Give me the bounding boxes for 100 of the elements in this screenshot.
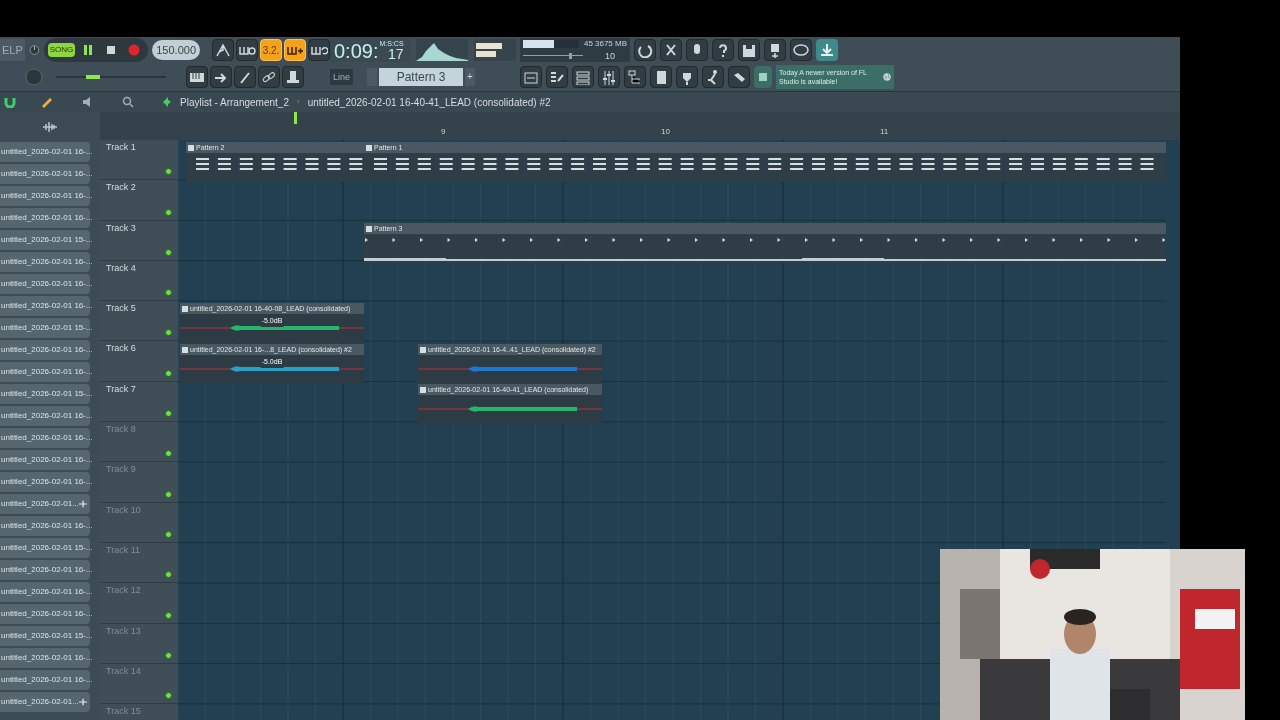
breadcrumb-separator: › xyxy=(296,96,300,108)
playlist-title: Playlist - Arrangement_2 xyxy=(180,95,289,110)
undo-button[interactable] xyxy=(634,39,656,62)
chat-button[interactable] xyxy=(790,39,812,62)
magnet-icon xyxy=(4,96,16,108)
metronome-toggle[interactable] xyxy=(212,39,234,62)
add-pattern-button[interactable]: + xyxy=(465,68,475,87)
plug-button[interactable] xyxy=(676,66,698,89)
time-centiseconds: 17 xyxy=(388,47,404,63)
track-name: Track 9 xyxy=(106,463,137,477)
browser-item-label: untitled_2026-02-01... xyxy=(0,498,79,510)
track-led-icon xyxy=(165,450,172,458)
clip-icon xyxy=(182,305,188,312)
clip-icon xyxy=(366,144,372,151)
track-name: Track 14 xyxy=(106,664,142,678)
track-header[interactable]: Track 1 xyxy=(100,140,178,181)
list-button[interactable] xyxy=(572,66,594,89)
link-button[interactable] xyxy=(258,66,280,89)
browser-item[interactable]: untitled_2026-02-01... xyxy=(0,692,90,712)
track-name: Track 6 xyxy=(106,342,137,356)
wait-toggle[interactable] xyxy=(236,39,258,62)
track-led-icon xyxy=(165,410,172,418)
track-led-icon xyxy=(165,611,172,619)
mixer-window-button[interactable] xyxy=(520,66,542,89)
zoom-icon xyxy=(122,96,134,108)
track-header[interactable]: Track 2 xyxy=(100,180,178,221)
browser-item[interactable]: untitled_2026-02-01... xyxy=(0,494,90,514)
track-header[interactable]: Track 12 xyxy=(100,583,178,624)
time-display: 0:09: xyxy=(334,40,379,63)
figure-button[interactable] xyxy=(702,66,724,89)
help-button[interactable] xyxy=(712,39,734,62)
undo-icon xyxy=(636,42,654,59)
track-header[interactable]: Track 9 xyxy=(100,462,178,503)
track-header[interactable]: Track 5 xyxy=(100,301,178,342)
pause-icon xyxy=(84,45,93,56)
loop-toggle[interactable] xyxy=(308,39,330,62)
playlist-grid[interactable] xyxy=(178,140,1180,720)
overdub-toggle[interactable] xyxy=(284,39,306,62)
track-header[interactable]: Track 6 xyxy=(100,341,178,382)
track-header[interactable]: Track 13 xyxy=(100,623,178,664)
help-button[interactable]: ELP xyxy=(0,39,25,62)
save-new-button[interactable] xyxy=(764,39,786,62)
page-button[interactable] xyxy=(650,66,672,89)
tempo-display[interactable]: 150.000 xyxy=(152,40,200,61)
microphone-button[interactable] xyxy=(686,39,708,62)
globe-icon xyxy=(882,71,891,84)
save-button[interactable] xyxy=(738,39,760,62)
track-name: Track 3 xyxy=(106,221,137,235)
track-name: Track 2 xyxy=(106,181,137,195)
snap-selector[interactable]: Line xyxy=(330,69,353,86)
clip-icon xyxy=(182,346,188,353)
clip-icon xyxy=(420,346,426,353)
channel-rack-button[interactable] xyxy=(546,66,568,89)
song-mode-toggle[interactable]: SONG xyxy=(47,43,76,58)
track-led-icon xyxy=(165,692,172,700)
track-header[interactable]: Track 4 xyxy=(100,260,178,302)
download-button[interactable] xyxy=(816,39,838,62)
playlist-icon xyxy=(162,96,172,108)
polyphony-reading: 10 xyxy=(605,49,615,63)
arrow-button[interactable] xyxy=(210,66,232,89)
track-led-icon xyxy=(165,369,172,377)
track-name: Track 7 xyxy=(106,382,137,396)
track-led-icon xyxy=(165,168,172,176)
memory-reading: 3675 MB xyxy=(595,37,627,50)
folder-tree-button[interactable] xyxy=(624,66,646,89)
scissors-button[interactable] xyxy=(660,39,682,62)
track-name: Track 13 xyxy=(106,624,142,638)
track-name: Track 4 xyxy=(106,261,137,275)
faders-button[interactable] xyxy=(598,66,620,89)
waveform-icon xyxy=(42,122,58,132)
metronome-icon xyxy=(214,42,232,59)
piano-roll-button[interactable] xyxy=(186,66,208,89)
track-led-icon xyxy=(165,490,172,498)
pattern-selector[interactable]: Pattern 3 xyxy=(379,68,463,87)
chat-icon xyxy=(792,42,810,59)
mixer-window-icon xyxy=(522,69,540,86)
clip-icon xyxy=(188,144,194,151)
countdown-toggle[interactable]: 3.2. xyxy=(260,39,282,62)
track-name: Track 12 xyxy=(106,584,142,598)
bar-number: 9 xyxy=(441,126,446,138)
list-icon xyxy=(574,69,592,86)
track-header[interactable]: Track 7 xyxy=(100,381,178,423)
pencil-button[interactable] xyxy=(234,66,256,89)
breadcrumb-clip: untitled_2026-02-01 16-40-41_LEAD (consolidated) #2 xyxy=(307,95,551,110)
stop-icon xyxy=(107,46,116,55)
track-led-icon xyxy=(165,208,172,216)
track-header[interactable]: Track 10 xyxy=(100,502,178,543)
track-name: Track 11 xyxy=(106,543,141,557)
track-header[interactable]: Track 15 xyxy=(100,704,178,720)
hat-button[interactable] xyxy=(282,66,304,89)
track-header[interactable]: Track 3 xyxy=(100,220,178,261)
cart-button[interactable] xyxy=(754,66,772,89)
track-led-icon xyxy=(165,289,172,297)
cpu-reading: 45 xyxy=(583,37,593,50)
bar-number: 10 xyxy=(661,126,670,138)
hat-icon xyxy=(284,69,302,86)
knob-icon xyxy=(24,67,44,88)
bar-number: 11 xyxy=(880,126,889,138)
track-header[interactable]: Track 11 xyxy=(100,542,178,584)
track-header[interactable]: Track 14 xyxy=(100,663,178,705)
